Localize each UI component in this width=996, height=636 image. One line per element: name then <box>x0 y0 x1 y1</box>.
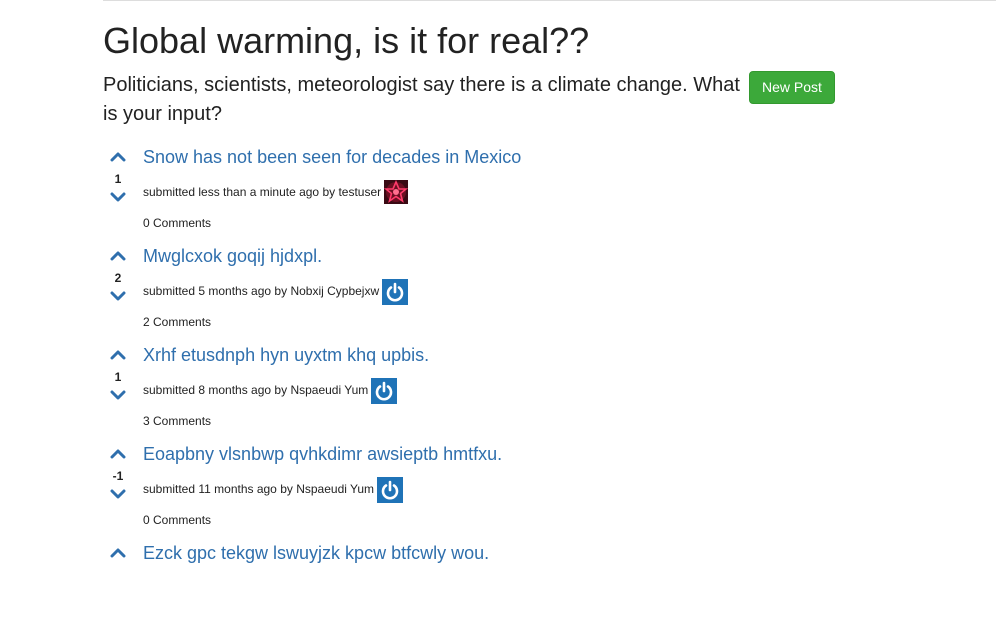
comments-link[interactable]: 3 Comments <box>143 414 211 428</box>
submitted-text: submitted 5 months ago by <box>143 284 288 298</box>
power-avatar-icon[interactable] <box>382 279 409 305</box>
vote-score: 1 <box>114 370 122 384</box>
vote-controls <box>108 543 128 603</box>
power-avatar-icon[interactable] <box>377 477 404 503</box>
comments-link[interactable]: 0 Comments <box>143 513 211 527</box>
author-link[interactable]: Nspaeudi Yum <box>296 482 374 496</box>
post-title-link[interactable]: Snow has not been seen for decades in Me… <box>143 146 521 168</box>
submitted-text: submitted 8 months ago by <box>143 383 288 397</box>
downvote-chevron-down-icon[interactable] <box>110 290 126 302</box>
post-title-link[interactable]: Mwglcxok goqij hjdxpl. <box>143 245 322 267</box>
vote-controls: -1 <box>108 444 128 504</box>
vote-controls: 1 <box>108 345 128 405</box>
upvote-chevron-up-icon[interactable] <box>110 448 126 460</box>
comments-link[interactable]: 2 Comments <box>143 315 211 329</box>
post-title-link[interactable]: Eoapbny vlsnbwp qvhkdimr awsieptb hmtfxu… <box>143 443 502 465</box>
post-item: -1 Eoapbny vlsnbwp qvhkdimr awsieptb hmt… <box>103 438 863 537</box>
post-item: Ezck gpc tekgw lswuyjzk kpcw btfcwly wou… <box>103 537 863 636</box>
upvote-chevron-up-icon[interactable] <box>110 349 126 361</box>
downvote-chevron-down-icon[interactable] <box>110 191 126 203</box>
submitted-text: submitted less than a minute ago by <box>143 185 336 199</box>
downvote-chevron-down-icon[interactable] <box>110 389 126 401</box>
vote-score: 1 <box>114 172 122 186</box>
upvote-chevron-up-icon[interactable] <box>110 250 126 262</box>
vote-score: -1 <box>112 469 124 483</box>
power-avatar-icon[interactable] <box>371 378 398 404</box>
page-title: Global warming, is it for real?? <box>103 20 590 61</box>
comments-link[interactable]: 0 Comments <box>143 216 211 230</box>
upvote-chevron-up-icon[interactable] <box>110 547 126 559</box>
top-divider <box>103 0 996 1</box>
author-link[interactable]: testuser <box>338 185 381 199</box>
author-link[interactable]: Nobxij Cypbejxw <box>290 284 379 298</box>
upvote-chevron-up-icon[interactable] <box>110 151 126 163</box>
post-item: 1 Xrhf etusdnph hyn uyxtm khq upbis. sub… <box>103 339 863 438</box>
post-item: 1 Snow has not been seen for decades in … <box>103 141 863 240</box>
post-meta: submitted 5 months ago by Nobxij Cypbejx… <box>143 278 409 305</box>
new-post-button[interactable]: New Post <box>749 71 835 104</box>
post-item: 2 Mwglcxok goqij hjdxpl. submitted 5 mon… <box>103 240 863 339</box>
author-link[interactable]: Nspaeudi Yum <box>290 383 368 397</box>
post-meta: submitted less than a minute ago by test… <box>143 179 409 205</box>
submitted-text: submitted 11 months ago by <box>143 482 293 496</box>
post-meta: submitted 8 months ago by Nspaeudi Yum <box>143 377 398 404</box>
vote-score: 2 <box>114 271 122 285</box>
post-meta: submitted 11 months ago by Nspaeudi Yum <box>143 476 404 503</box>
star-avatar-icon[interactable] <box>384 180 409 204</box>
post-title-link[interactable]: Xrhf etusdnph hyn uyxtm khq upbis. <box>143 344 429 366</box>
post-list: 1 Snow has not been seen for decades in … <box>103 141 863 636</box>
vote-controls: 2 <box>108 246 128 306</box>
page-subtitle: Politicians, scientists, meteorologist s… <box>103 74 740 125</box>
downvote-chevron-down-icon[interactable] <box>110 488 126 500</box>
vote-controls: 1 <box>108 147 128 207</box>
